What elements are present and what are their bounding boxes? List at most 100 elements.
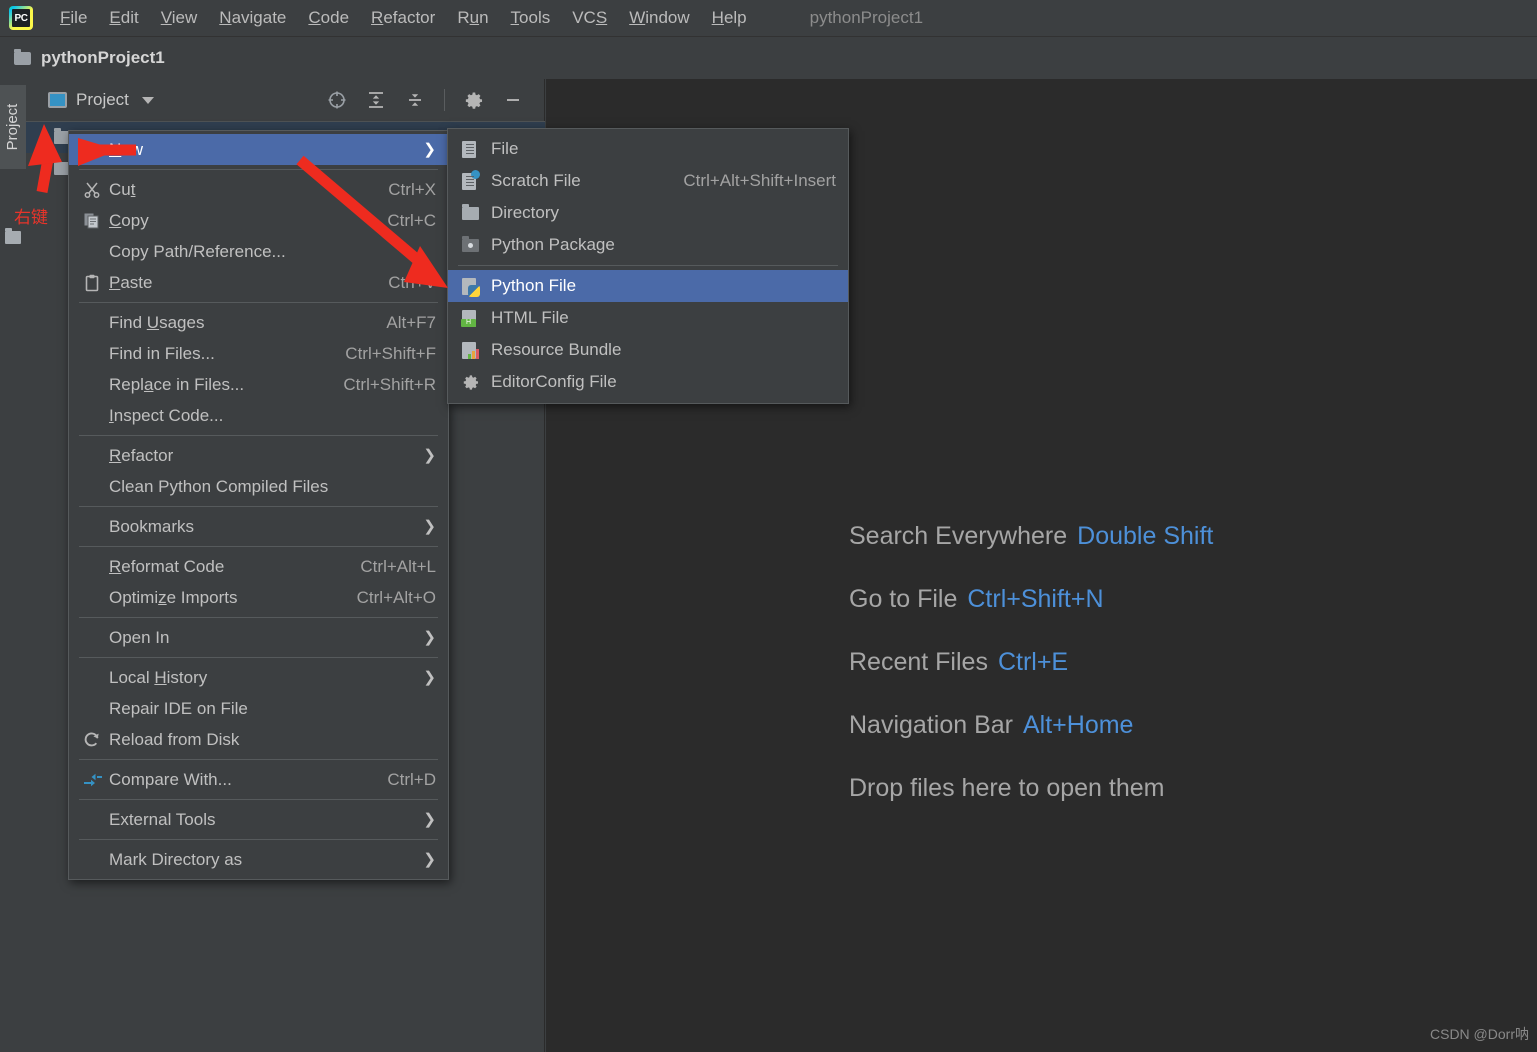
context-menu-item-external-tools[interactable]: External Tools ❯ [69,804,448,835]
select-opened-file-icon[interactable] [327,90,347,110]
new-submenu-item-file[interactable]: File [448,133,848,165]
context-menu-item-copy[interactable]: Copy Ctrl+C [69,205,448,236]
project-toolbar: Project [26,79,545,122]
menu-separator [79,546,438,547]
html-file-icon: H [461,309,476,327]
folder-icon[interactable] [5,228,21,244]
menu-item-shortcut: Alt+F7 [386,312,436,332]
menu-item-shortcut: Ctrl+D [387,769,436,789]
menu-item-navigate[interactable]: Navigate [208,5,297,31]
menu-item-file[interactable]: File [49,5,98,31]
context-menu-item-cut[interactable]: Cut Ctrl+X [69,174,448,205]
chevron-right-icon: ❯ [423,811,436,828]
menu-item-view[interactable]: View [150,5,209,31]
chevron-right-icon: ❯ [423,141,436,158]
hint-label: Recent Files [849,648,988,676]
hide-tool-window-icon[interactable] [503,90,523,110]
context-menu-item-reload-from-disk[interactable]: Reload from Disk [69,724,448,755]
context-menu-item-local-history[interactable]: Local History ❯ [69,662,448,693]
menu-item-refactor[interactable]: Refactor [360,5,446,31]
menu-item-icon [83,181,109,199]
context-menu-item-find-usages[interactable]: Find Usages Alt+F7 [69,307,448,338]
context-menu-item-open-in[interactable]: Open In ❯ [69,622,448,653]
menu-item-icon [462,277,491,297]
new-submenu-item-python-file[interactable]: Python File [448,270,848,302]
context-menu-item-mark-directory-as[interactable]: Mark Directory as ❯ [69,844,448,875]
project-toolbar-actions [327,89,545,111]
menu-item-edit[interactable]: Edit [98,5,149,31]
menu-item-help[interactable]: Help [701,5,758,31]
menu-item-shortcut: Ctrl+C [387,210,436,230]
menu-item-label: Find in Files... [109,343,215,363]
tool-window-tab-project[interactable]: Project [0,85,26,169]
menu-item-shortcut: Ctrl+Shift+F [345,343,436,363]
menu-item-tools[interactable]: Tools [500,5,562,31]
menu-separator [79,302,438,303]
new-submenu-item-html-file[interactable]: H HTML File [448,302,848,334]
menu-item-vcs[interactable]: VCS [561,5,618,31]
menu-item-icon [462,341,491,359]
chevron-right-icon: ❯ [423,629,436,646]
menu-item-run[interactable]: Run [446,5,499,31]
context-menu-item-compare-with[interactable]: Compare With... Ctrl+D [69,764,448,795]
context-menu-item-optimize-imports[interactable]: Optimize Imports Ctrl+Alt+O [69,582,448,613]
context-menu-item-refactor[interactable]: Refactor ❯ [69,440,448,471]
context-menu-item-clean-python-compiled-files[interactable]: Clean Python Compiled Files [69,471,448,502]
watermark: CSDN @Dorr呐 [1430,1026,1529,1042]
menu-item-icon [83,731,109,749]
chevron-down-icon[interactable] [141,96,154,104]
settings-gear-icon[interactable] [464,90,484,110]
clipboard-icon [85,274,99,291]
expand-all-icon[interactable] [366,90,386,110]
python-file-icon [462,277,480,297]
project-view-label[interactable]: Project [76,90,129,110]
menu-item-label: Paste [109,272,153,292]
context-menu-item-reformat-code[interactable]: Reformat Code Ctrl+Alt+L [69,551,448,582]
editor-hint-row: Recent Files Ctrl+E [849,648,1499,677]
editor-hint-row: Drop files here to open them [849,774,1499,803]
menu-item-label: Bookmarks [109,516,195,536]
context-menu-item-paste[interactable]: Paste Ctrl+V [69,267,448,298]
new-submenu[interactable]: File Scratch File Ctrl+Alt+Shift+Insert Dir… [447,128,849,404]
context-menu-item-bookmarks[interactable]: Bookmarks ❯ [69,511,448,542]
pycharm-logo: PC [9,6,33,30]
context-menu-item-replace-in-files[interactable]: Replace in Files... Ctrl+Shift+R [69,369,448,400]
new-submenu-item-editorconfig-file[interactable]: EditorConfig File [448,366,848,398]
menu-separator [458,265,838,266]
new-submenu-item-directory[interactable]: Directory [448,197,848,229]
menu-item-label: Python Package [491,235,615,254]
menu-item-label: File [491,139,519,158]
chevron-right-icon[interactable]: › [36,129,54,146]
menu-item-label: Local History [109,667,208,687]
menu-separator [79,169,438,170]
menu-item-icon [83,771,109,789]
menu-item-icon [462,203,491,220]
menu-item-code[interactable]: Code [297,5,360,31]
context-menu-item-copy-path-reference[interactable]: Copy Path/Reference... [69,236,448,267]
menu-item-icon: H [461,309,491,327]
menu-item-label: Repair IDE on File [109,698,248,718]
context-menu-item-new[interactable]: New ❯ [69,134,448,165]
directory-icon [462,203,479,220]
hint-shortcut: Alt+Home [1022,711,1134,739]
copy-icon [84,213,99,228]
menu-separator [79,759,438,760]
new-submenu-item-resource-bundle[interactable]: Resource Bundle [448,334,848,366]
menu-item-label: External Tools [109,809,216,829]
context-menu-item-inspect-code[interactable]: Inspect Code... [69,400,448,431]
context-menu-item-find-in-files[interactable]: Find in Files... Ctrl+Shift+F [69,338,448,369]
new-submenu-item-scratch-file[interactable]: Scratch File Ctrl+Alt+Shift+Insert [448,165,848,197]
editor-hint-row: Go to File Ctrl+Shift+N [849,585,1499,614]
menu-item-label: Reformat Code [109,556,225,576]
menu-item-label: Cut [109,179,136,199]
menu-item-label: Python File [491,276,577,295]
collapse-all-icon[interactable] [405,90,425,110]
project-header-bar: pythonProject1 [0,37,1537,79]
context-menu[interactable]: New ❯ Cut Ctrl+X Copy Ctrl+C Copy Path/Referen… [68,130,449,880]
context-menu-item-repair-ide-on-file[interactable]: Repair IDE on File [69,693,448,724]
menu-item-window[interactable]: Window [618,5,700,31]
new-submenu-item-python-package[interactable]: Python Package [448,229,848,261]
menu-item-label: Directory [491,203,560,222]
chevron-right-icon[interactable]: › [36,160,54,177]
editorconfig-icon [463,375,479,390]
